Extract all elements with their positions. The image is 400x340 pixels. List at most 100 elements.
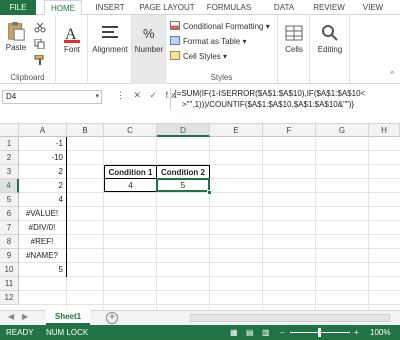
column-header-e[interactable]: E <box>210 124 263 137</box>
alignment-button[interactable]: Alignment <box>89 23 131 54</box>
tab-page-layout[interactable]: PAGE LAYOUT <box>136 0 198 15</box>
editing-button[interactable]: Editing <box>312 23 348 54</box>
gridline <box>19 262 400 263</box>
row-header-2[interactable]: 2 <box>0 151 19 165</box>
cut-icon[interactable] <box>34 23 46 33</box>
clipboard-group: Paste Clipboard <box>0 15 56 84</box>
format-painter-icon[interactable] <box>34 55 46 65</box>
cell-d4-selected[interactable]: 5 <box>156 178 210 192</box>
tab-insert[interactable]: INSERT <box>92 0 128 15</box>
row-header-11[interactable]: 11 <box>0 277 19 291</box>
zoom-slider-thumb[interactable] <box>318 328 321 337</box>
sheet-tab-sheet1[interactable]: Sheet1 <box>46 310 90 325</box>
next-sheet-icon[interactable]: ▶ <box>22 312 28 321</box>
cells-group[interactable]: Cells <box>278 15 310 84</box>
cell-a6[interactable]: #VALUE! <box>19 207 65 221</box>
copy-icon[interactable] <box>34 39 46 49</box>
column-header-c[interactable]: C <box>104 124 157 137</box>
column-header-g[interactable]: G <box>316 124 369 137</box>
cells-label: Cells <box>285 45 303 54</box>
column-header-h[interactable]: H <box>369 124 400 137</box>
page-break-view-icon[interactable]: ▥ <box>262 325 270 340</box>
column-header-f[interactable]: F <box>263 124 316 137</box>
tab-file[interactable]: FILE <box>0 0 36 15</box>
cell-a2[interactable]: -10 <box>19 151 65 165</box>
zoom-in-icon[interactable]: + <box>354 325 359 340</box>
paste-button[interactable]: Paste <box>3 21 29 52</box>
tab-home[interactable]: HOME <box>44 0 82 16</box>
cells-button[interactable]: Cells <box>280 23 308 54</box>
paste-icon <box>8 21 25 41</box>
add-sheet-icon[interactable]: + <box>106 312 118 324</box>
cell-a3[interactable]: 2 <box>19 165 65 179</box>
gridline <box>315 137 316 310</box>
cell-a1[interactable]: -1 <box>19 137 65 151</box>
column-header-d[interactable]: D <box>157 124 210 137</box>
cell-a8[interactable]: #REF! <box>19 235 65 249</box>
horizontal-scrollbar[interactable] <box>190 314 390 322</box>
row-header-10[interactable]: 10 <box>0 263 19 277</box>
chevron-down-icon[interactable]: ▾ <box>95 91 99 103</box>
font-group[interactable]: A Font <box>56 15 88 84</box>
gridline <box>19 304 400 305</box>
page-layout-view-icon[interactable]: ▤ <box>246 325 254 340</box>
number-group[interactable]: % Number <box>132 15 166 84</box>
format-as-table-icon <box>170 36 180 45</box>
gridline <box>19 290 400 291</box>
tab-view[interactable]: VIEW <box>360 0 386 15</box>
number-button[interactable]: % Number <box>133 23 165 54</box>
format-as-table-button[interactable]: Format as Table ▾ <box>170 36 246 48</box>
formula-bar: D4 ▾ ⋮ ✕ ✓ fx {=SUM(IF(1-ISERROR($A$1:$A… <box>0 84 400 124</box>
column-header-a[interactable]: A <box>19 124 67 137</box>
zoom-level[interactable]: 100% <box>370 325 390 340</box>
alignment-icon <box>102 26 118 38</box>
cell-a5[interactable]: 4 <box>19 193 65 207</box>
conditional-formatting-button[interactable]: Conditional Formatting ▾ <box>170 21 270 33</box>
row-header-8[interactable]: 8 <box>0 235 19 249</box>
name-box-value: D4 <box>6 92 17 101</box>
formula-input[interactable]: {=SUM(IF(1-ISERROR($A$1:$A$10),IF($A$1:$… <box>170 88 395 110</box>
gridline <box>19 276 400 277</box>
gridline <box>262 137 263 310</box>
editing-group[interactable]: Editing <box>310 15 350 84</box>
prev-sheet-icon[interactable]: ◀ <box>8 312 14 321</box>
cell-d3[interactable]: Condition 2 <box>156 165 210 179</box>
cell-a9[interactable]: #NAME? <box>19 249 65 263</box>
gridline <box>19 150 400 151</box>
row-header-9[interactable]: 9 <box>0 249 19 263</box>
row-header-5[interactable]: 5 <box>0 193 19 207</box>
row-header-12[interactable]: 12 <box>0 291 19 305</box>
font-button[interactable]: A Font <box>58 23 86 54</box>
zoom-out-icon[interactable]: − <box>280 325 285 340</box>
row-header-7[interactable]: 7 <box>0 221 19 235</box>
cell-a10[interactable]: 5 <box>19 263 65 277</box>
collapse-ribbon-icon[interactable]: ^ <box>390 70 394 79</box>
cell-c3[interactable]: Condition 1 <box>104 165 157 179</box>
fill-handle[interactable] <box>207 190 212 195</box>
ribbon: Paste Clipboard A Font Alignment % Numbe… <box>0 15 400 84</box>
status-bar: READY NUM LOCK ▦ ▤ ▥ − + 100% <box>0 325 400 340</box>
format-as-table-label: Format as Table <box>183 37 241 46</box>
row-header-6[interactable]: 6 <box>0 207 19 221</box>
tab-formulas[interactable]: FORMULAS <box>204 0 254 15</box>
column-header-b[interactable]: B <box>67 124 104 137</box>
select-all-corner[interactable] <box>0 124 19 137</box>
worksheet-grid[interactable]: A B C D E F G H 1 2 3 4 5 6 7 8 9 10 11 … <box>0 124 400 310</box>
cell-a4[interactable]: 2 <box>19 179 65 193</box>
gridline <box>19 248 400 249</box>
normal-view-icon[interactable]: ▦ <box>230 325 238 340</box>
cell-c4[interactable]: 4 <box>104 178 157 192</box>
font-icon: A <box>64 26 80 43</box>
paste-label: Paste <box>5 43 27 52</box>
cell-a7[interactable]: #DIV/0! <box>19 221 65 235</box>
row-header-1[interactable]: 1 <box>0 137 19 151</box>
row-header-4[interactable]: 4 <box>0 179 19 193</box>
name-box[interactable]: D4 ▾ <box>2 90 102 104</box>
tab-review[interactable]: REVIEW <box>310 0 348 15</box>
tab-data[interactable]: DATA <box>270 0 298 15</box>
cells-icon <box>285 25 303 41</box>
alignment-group[interactable]: Alignment <box>88 15 132 84</box>
cell-styles-button[interactable]: Cell Styles ▾ <box>170 51 227 63</box>
row-header-3[interactable]: 3 <box>0 165 19 179</box>
number-label: Number <box>134 45 164 54</box>
